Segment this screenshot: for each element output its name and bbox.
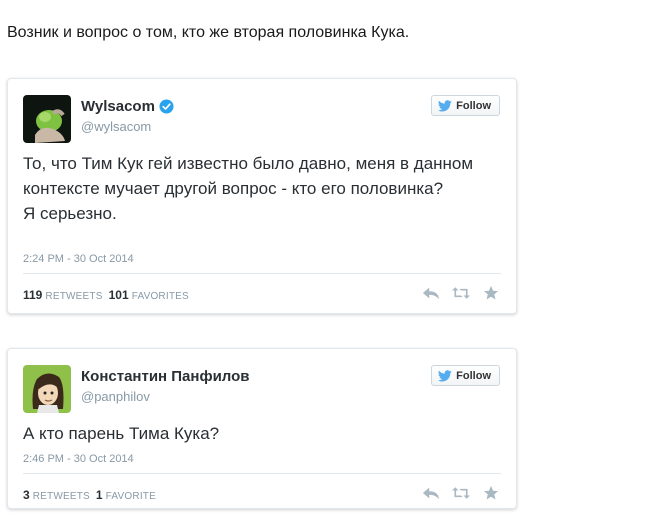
favorite-count[interactable]: 1 FAVORITE [96, 488, 156, 502]
tweet-text-line: Я серьезно. [23, 204, 117, 223]
author-handle[interactable]: @wylsacom [81, 119, 151, 134]
retweet-count-label: RETWEETS [45, 291, 103, 302]
avatar[interactable] [23, 365, 71, 413]
author-name[interactable]: Константин Панфилов [81, 368, 250, 385]
tweet-date[interactable]: 2:46 PM - 30 Oct 2014 [23, 453, 134, 465]
author-handle[interactable]: @panphilov [81, 389, 150, 404]
retweet-icon[interactable] [452, 485, 470, 501]
favorite-count[interactable]: 101 FAVORITES [109, 288, 189, 302]
retweet-icon[interactable] [452, 285, 470, 301]
favorite-count-label: FAVORITE [105, 491, 156, 502]
favorite-count-value: 1 [95, 488, 103, 502]
twitter-bird-icon [438, 99, 452, 111]
tweet-text-line: А кто парень Тима Кука? [23, 424, 220, 443]
cartoon-boy-avatar-icon [23, 365, 71, 413]
twitter-bird-icon [438, 369, 452, 381]
tweet-card: Wylsacom @wylsacom Follow То, что Тим Ку… [7, 78, 517, 314]
follow-label: Follow [456, 369, 491, 382]
favorite-star-icon[interactable] [482, 485, 500, 501]
favorite-star-icon[interactable] [482, 285, 500, 301]
author-name-label[interactable]: Wylsacom [81, 98, 155, 115]
green-hand-avatar-icon [23, 95, 71, 143]
tweet-actions [422, 285, 500, 301]
reply-icon[interactable] [422, 285, 440, 301]
author-name-label[interactable]: Константин Панфилов [81, 368, 250, 385]
divider [23, 473, 501, 474]
retweet-count-value: 119 [23, 288, 43, 302]
follow-button[interactable]: Follow [431, 95, 500, 116]
retweet-count-label: RETWEETS [32, 491, 90, 502]
tweet-card: Константин Панфилов @panphilov Follow А … [7, 348, 517, 509]
retweet-count[interactable]: 119 RETWEETS [23, 288, 103, 302]
favorite-count-value: 101 [108, 288, 129, 302]
tweet-text: А кто парень Тима Кука? [23, 421, 493, 446]
avatar[interactable] [23, 95, 71, 143]
tweet-stats: 119 RETWEETS 101 FAVORITES [23, 288, 189, 302]
follow-button[interactable]: Follow [431, 365, 500, 386]
author-name[interactable]: Wylsacom [81, 98, 174, 115]
tweet-stats: 3 RETWEETS 1 FAVORITE [23, 488, 156, 502]
retweet-count[interactable]: 3 RETWEETS [23, 488, 90, 502]
verified-badge-icon [159, 99, 174, 114]
intro-text: Возник и вопрос о том, кто же вторая пол… [7, 24, 410, 41]
tweet-actions [422, 485, 500, 501]
tweet-text-line: То, что Тим Кук гей известно было давно,… [23, 154, 474, 198]
follow-label: Follow [456, 99, 491, 112]
divider [23, 273, 501, 274]
retweet-count-value: 3 [23, 488, 30, 502]
favorite-count-label: FAVORITES [131, 291, 189, 302]
tweet-date[interactable]: 2:24 PM - 30 Oct 2014 [23, 253, 134, 265]
reply-icon[interactable] [422, 485, 440, 501]
tweet-text: То, что Тим Кук гей известно было давно,… [23, 151, 493, 226]
